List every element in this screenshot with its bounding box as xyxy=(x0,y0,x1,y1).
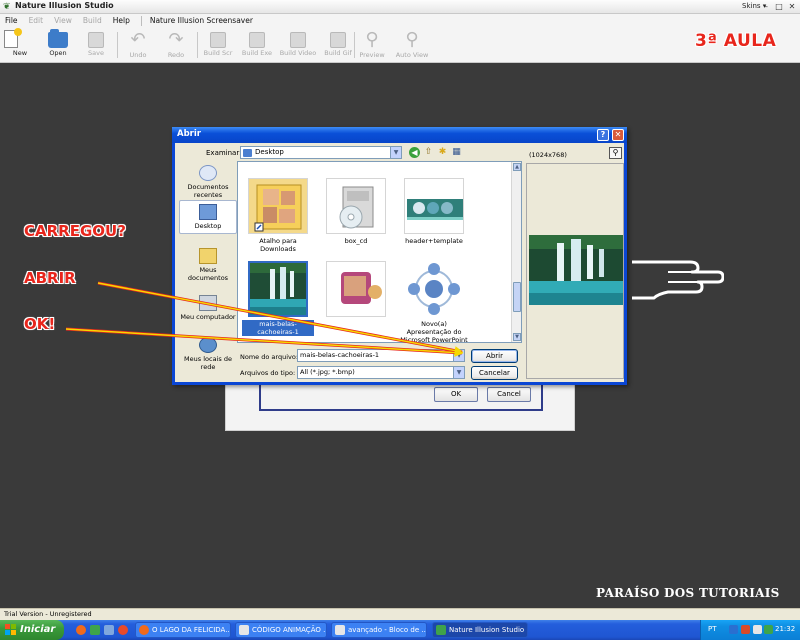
task-label: avançado - Bloco de ... xyxy=(348,626,427,634)
volume-icon[interactable] xyxy=(753,625,762,634)
network-tray-icon[interactable] xyxy=(729,625,738,634)
task-label: CÓDIGO ANIMAÇÃO ... xyxy=(252,626,327,634)
statusbar: Trial Version - Unregistered xyxy=(0,608,800,620)
annotation-arrows xyxy=(65,281,464,358)
windows-flag-icon xyxy=(5,624,16,635)
start-label: Iniciar xyxy=(20,624,56,635)
start-button[interactable]: Iniciar xyxy=(0,620,64,640)
firefox-icon[interactable] xyxy=(76,625,86,635)
footer-tag: PARAÍSO DOS TUTORIAIS xyxy=(596,586,780,600)
quicklaunch-app-icon[interactable] xyxy=(90,625,100,635)
security-tray-icon[interactable] xyxy=(741,625,750,634)
nature-illusion-icon xyxy=(436,625,446,635)
task-button[interactable]: CÓDIGO ANIMAÇÃO ... xyxy=(235,622,327,638)
taskbar: Iniciar O LAGO DA FELICIDA... CÓDIGO ANI… xyxy=(0,620,800,640)
system-tray: PT 21:32 xyxy=(700,620,800,640)
task-button[interactable]: avançado - Bloco de ... xyxy=(331,622,427,638)
clock: 21:32 xyxy=(775,625,796,633)
notepad-icon xyxy=(239,625,249,635)
task-button[interactable]: O LAGO DA FELICIDA... xyxy=(135,622,231,638)
task-label: Nature Illusion Studio xyxy=(449,626,525,634)
show-desktop-icon[interactable] xyxy=(104,625,114,635)
quicklaunch-browser-icon[interactable] xyxy=(118,625,128,635)
firefox-icon xyxy=(139,625,149,635)
language-indicator[interactable]: PT xyxy=(708,625,717,633)
app-tray-icon[interactable] xyxy=(764,625,773,634)
notepad-icon xyxy=(335,625,345,635)
task-button-active[interactable]: Nature Illusion Studio xyxy=(432,622,528,638)
task-label: O LAGO DA FELICIDA... xyxy=(152,626,231,634)
